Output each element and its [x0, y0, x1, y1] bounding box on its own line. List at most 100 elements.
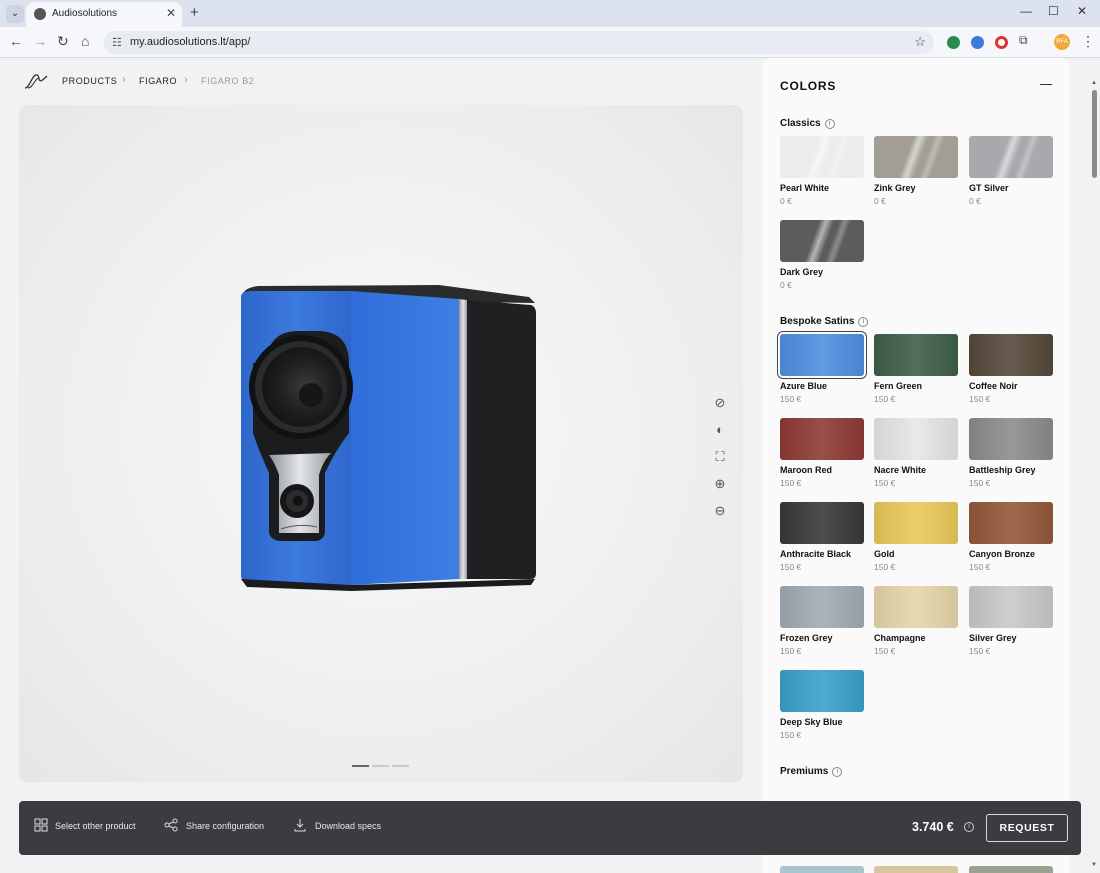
- scroll-thumb[interactable]: [1092, 90, 1097, 178]
- share-icon: [164, 818, 178, 832]
- zoom-out-icon[interactable]: ⊖: [712, 503, 728, 519]
- swatch-price: 150 €: [874, 562, 896, 572]
- color-swatch-dark-grey[interactable]: [780, 220, 864, 262]
- site-info-icon[interactable]: ☷: [112, 36, 122, 49]
- swatch-finish-overlay: [969, 502, 1053, 544]
- request-button[interactable]: REQUEST: [986, 814, 1068, 842]
- swatch-name: GT Silver: [969, 183, 1009, 193]
- fullscreen-icon[interactable]: ⛶: [712, 449, 728, 465]
- color-swatch-pearl-white[interactable]: [780, 136, 864, 178]
- premium-swatch-peek[interactable]: [874, 866, 958, 873]
- swatch-name: Frozen Grey: [780, 633, 833, 643]
- configurator-page: PRODUCTS › FIGARO › FIGARO B2 ⊘ ◐ ⛶ ⊕ ⊖ …: [0, 58, 1100, 873]
- swatch-name: Silver Grey: [969, 633, 1017, 643]
- bottom-action-bar: Select other product Share configuration…: [19, 801, 1081, 855]
- swatch-price: 150 €: [969, 394, 991, 404]
- color-swatch-coffee-noir[interactable]: [969, 334, 1053, 376]
- swatch-finish-overlay: [780, 220, 864, 262]
- collapse-panel-icon[interactable]: [1040, 84, 1052, 85]
- swatch-price: 150 €: [874, 478, 896, 488]
- color-swatch-silver-grey[interactable]: [969, 586, 1053, 628]
- swatch-finish-overlay: [874, 136, 958, 178]
- price-info-icon[interactable]: i: [964, 822, 974, 832]
- extension-blue-icon[interactable]: [971, 36, 984, 49]
- select-other-product-button[interactable]: Select other product: [55, 821, 136, 831]
- swatch-name: Maroon Red: [780, 465, 833, 475]
- swatch-finish-overlay: [780, 334, 864, 376]
- download-specs-button[interactable]: Download specs: [315, 821, 381, 831]
- close-window-button[interactable]: ✕: [1077, 4, 1087, 18]
- color-swatch-nacre-white[interactable]: [874, 418, 958, 460]
- extensions-puzzle-icon[interactable]: ⧉: [1019, 33, 1028, 48]
- color-swatch-champagne[interactable]: [874, 586, 958, 628]
- swatch-finish-overlay: [969, 334, 1053, 376]
- color-swatch-gt-silver[interactable]: [969, 136, 1053, 178]
- section-title-premiums: Premiums i: [780, 766, 843, 777]
- color-swatch-battleship-grey[interactable]: [969, 418, 1053, 460]
- speaker-render: [241, 285, 536, 591]
- hide-elements-icon[interactable]: ⊘: [712, 395, 728, 411]
- page-scrollbar[interactable]: ▲ ▼: [1089, 58, 1100, 873]
- zoom-in-icon[interactable]: ⊕: [712, 476, 728, 492]
- contrast-toggle-icon[interactable]: ◐: [712, 422, 728, 437]
- color-swatch-canyon-bronze[interactable]: [969, 502, 1053, 544]
- swatch-price: 150 €: [780, 394, 802, 404]
- swatch-price: 150 €: [874, 394, 896, 404]
- swatch-name: Azure Blue: [780, 381, 828, 391]
- color-swatch-zink-grey[interactable]: [874, 136, 958, 178]
- home-icon[interactable]: ⌂: [81, 33, 89, 49]
- browser-tab[interactable]: Audiosolutions ✕: [26, 2, 182, 27]
- info-icon[interactable]: i: [824, 119, 835, 129]
- section-title-bespoke-satins: Bespoke Satins i: [780, 316, 869, 327]
- colors-panel: COLORS Classics i Bespoke Satins i Premium…: [762, 58, 1070, 873]
- browser-menu-icon[interactable]: ⋮: [1081, 33, 1095, 50]
- reload-button[interactable]: ↻: [57, 33, 69, 50]
- color-swatch-fern-green[interactable]: [874, 334, 958, 376]
- color-swatch-azure-blue[interactable]: [780, 334, 864, 376]
- profile-avatar[interactable]: RFA: [1054, 34, 1070, 50]
- extension-green-icon[interactable]: [947, 36, 960, 49]
- info-icon[interactable]: i: [832, 767, 843, 777]
- breadcrumb-figaro[interactable]: FIGARO: [139, 76, 177, 86]
- color-swatch-gold[interactable]: [874, 502, 958, 544]
- swatch-price: 150 €: [780, 478, 802, 488]
- view-pager-dot-2[interactable]: [372, 765, 389, 767]
- audiosolutions-logo-icon[interactable]: [24, 72, 48, 90]
- new-tab-button[interactable]: +: [190, 4, 199, 21]
- swatch-name: Battleship Grey: [969, 465, 1036, 475]
- breadcrumb-separator-icon: ›: [122, 74, 126, 86]
- close-tab-icon[interactable]: ✕: [166, 6, 176, 20]
- premium-swatch-peek[interactable]: [969, 866, 1053, 873]
- address-bar[interactable]: ☷ my.audiosolutions.lt/app/ ☆: [104, 31, 934, 54]
- view-pager-dot-3[interactable]: [392, 765, 409, 767]
- color-swatch-maroon-red[interactable]: [780, 418, 864, 460]
- scroll-down-icon[interactable]: ▼: [1091, 862, 1097, 868]
- maximize-button[interactable]: ☐: [1048, 4, 1059, 18]
- breadcrumb-products[interactable]: PRODUCTS: [62, 76, 117, 86]
- swatch-price: 150 €: [874, 646, 896, 656]
- scroll-up-icon[interactable]: ▲: [1091, 80, 1097, 86]
- url-text: my.audiosolutions.lt/app/: [130, 36, 251, 48]
- swatch-name: Deep Sky Blue: [780, 717, 843, 727]
- share-configuration-button[interactable]: Share configuration: [186, 821, 264, 831]
- swatch-price: 0 €: [874, 196, 886, 206]
- color-swatch-frozen-grey[interactable]: [780, 586, 864, 628]
- swatch-price: 0 €: [969, 196, 981, 206]
- back-button[interactable]: ←: [9, 33, 23, 49]
- bookmark-star-icon[interactable]: ☆: [914, 34, 926, 50]
- premium-swatch-peek[interactable]: [780, 866, 864, 873]
- color-swatch-deep-sky-blue[interactable]: [780, 670, 864, 712]
- download-icon: [294, 819, 306, 832]
- total-price: 3.740 €: [912, 820, 954, 834]
- info-icon[interactable]: i: [858, 317, 869, 327]
- swatch-name: Gold: [874, 549, 895, 559]
- section-title-classics: Classics i: [780, 118, 835, 129]
- minimize-button[interactable]: —: [1020, 4, 1032, 18]
- tab-search-button[interactable]: ⌄: [6, 5, 24, 23]
- extension-record-icon[interactable]: [995, 36, 1008, 49]
- view-pager-dot-1[interactable]: [352, 765, 369, 767]
- color-swatch-anthracite-black[interactable]: [780, 502, 864, 544]
- forward-button[interactable]: →: [33, 33, 47, 49]
- product-3d-viewer[interactable]: ⊘ ◐ ⛶ ⊕ ⊖: [19, 105, 743, 782]
- swatch-price: 150 €: [969, 478, 991, 488]
